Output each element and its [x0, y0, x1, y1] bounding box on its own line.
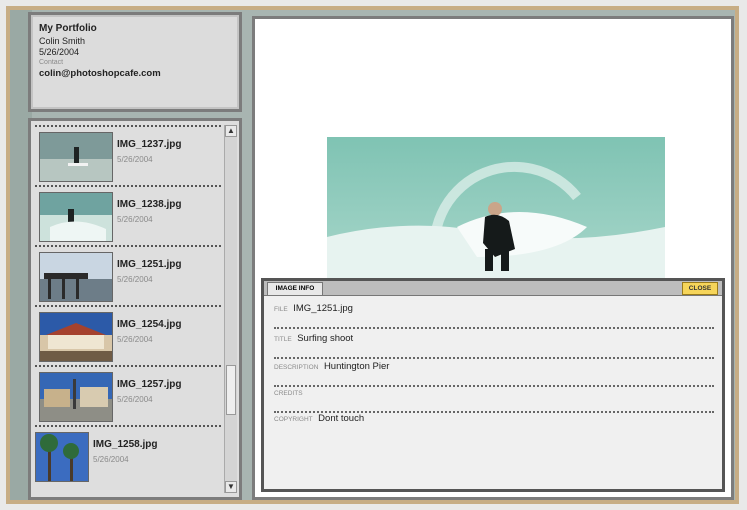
scroll-up-icon[interactable]: ▲ — [225, 125, 237, 137]
thumbnail-item[interactable]: IMG_1257.jpg 5/26/2004 — [35, 365, 221, 425]
field-label: copyright — [274, 416, 313, 423]
image-info-popup: IMAGE INFO CLOSE file IMG_1251.jpg title… — [261, 278, 725, 492]
thumbnail-filename: IMG_1258.jpg — [93, 439, 158, 450]
field-value: IMG_1251.jpg — [293, 303, 353, 314]
popup-tab-bar: IMAGE INFO CLOSE — [264, 281, 722, 296]
scroll-thumb[interactable] — [226, 365, 236, 415]
field-value: Surfing shoot — [297, 333, 354, 344]
thumbnail-image[interactable] — [35, 432, 89, 482]
contact-label: Contact — [39, 59, 64, 66]
info-field-description: description Huntington Pier — [274, 361, 714, 387]
thumbnail-image[interactable] — [39, 312, 113, 362]
tab-image-info[interactable]: IMAGE INFO — [267, 282, 323, 295]
field-value: Dont touch — [318, 413, 365, 424]
info-field-copyright: copyright Dont touch — [274, 413, 714, 437]
thumbnail-date: 5/26/2004 — [117, 395, 153, 404]
thumbnail-date: 5/26/2004 — [117, 155, 153, 164]
thumbnail-filename: IMG_1251.jpg — [117, 259, 182, 270]
thumbnail-date: 5/26/2004 — [117, 215, 153, 224]
portfolio-info-panel: My Portfolio Colin Smith 5/26/2004 Conta… — [28, 12, 242, 112]
thumbnail-item[interactable]: IMG_1238.jpg 5/26/2004 — [35, 185, 221, 245]
thumbnail-image[interactable] — [39, 192, 113, 242]
close-button[interactable]: CLOSE — [682, 282, 718, 295]
thumbnail-list-panel: IMG_1237.jpg 5/26/2004 IMG_1238.jpg 5/26… — [28, 118, 242, 500]
contact-email[interactable]: colin@photoshopcafe.com — [39, 68, 233, 79]
scroll-down-icon[interactable]: ▼ — [225, 481, 237, 493]
thumbnail-filename: IMG_1257.jpg — [117, 379, 182, 390]
thumbnail-image[interactable] — [39, 132, 113, 182]
thumbnail-filename: IMG_1237.jpg — [117, 139, 182, 150]
info-field-title: title Surfing shoot — [274, 333, 714, 359]
field-value: Huntington Pier — [323, 361, 390, 372]
thumbnail-image[interactable] — [39, 252, 113, 302]
thumbnail-item[interactable]: IMG_1258.jpg 5/26/2004 — [35, 425, 221, 485]
portfolio-author: Colin Smith — [39, 36, 86, 46]
thumbnail-date: 5/26/2004 — [117, 275, 153, 284]
thumbnail-item[interactable]: IMG_1237.jpg 5/26/2004 — [35, 125, 221, 185]
thumbnail-item[interactable]: IMG_1251.jpg 5/26/2004 — [35, 245, 221, 305]
thumbnail-date: 5/26/2004 — [117, 335, 153, 344]
info-field-credits: credits — [274, 387, 714, 413]
thumbnail-scrollbar[interactable]: ▲ ▼ — [224, 125, 237, 493]
field-label: credits — [274, 390, 303, 397]
thumbnail-filename: IMG_1238.jpg — [117, 199, 182, 210]
field-label: file — [274, 306, 288, 313]
thumbnail-item[interactable]: IMG_1254.jpg 5/26/2004 — [35, 305, 221, 365]
thumbnail-image[interactable] — [39, 372, 113, 422]
portfolio-title: My Portfolio — [39, 23, 97, 34]
field-label: title — [274, 336, 292, 343]
surfer-photo[interactable] — [327, 137, 665, 281]
image-preview-panel: IMAGE INFO CLOSE file IMG_1251.jpg title… — [252, 16, 734, 500]
thumbnail-filename: IMG_1254.jpg — [117, 319, 182, 330]
field-label: description — [274, 364, 319, 371]
info-field-file: file IMG_1251.jpg — [274, 303, 714, 329]
thumbnail-date: 5/26/2004 — [93, 455, 129, 464]
thumbnail-list: IMG_1237.jpg 5/26/2004 IMG_1238.jpg 5/26… — [35, 125, 221, 485]
portfolio-date: 5/26/2004 — [39, 47, 80, 57]
